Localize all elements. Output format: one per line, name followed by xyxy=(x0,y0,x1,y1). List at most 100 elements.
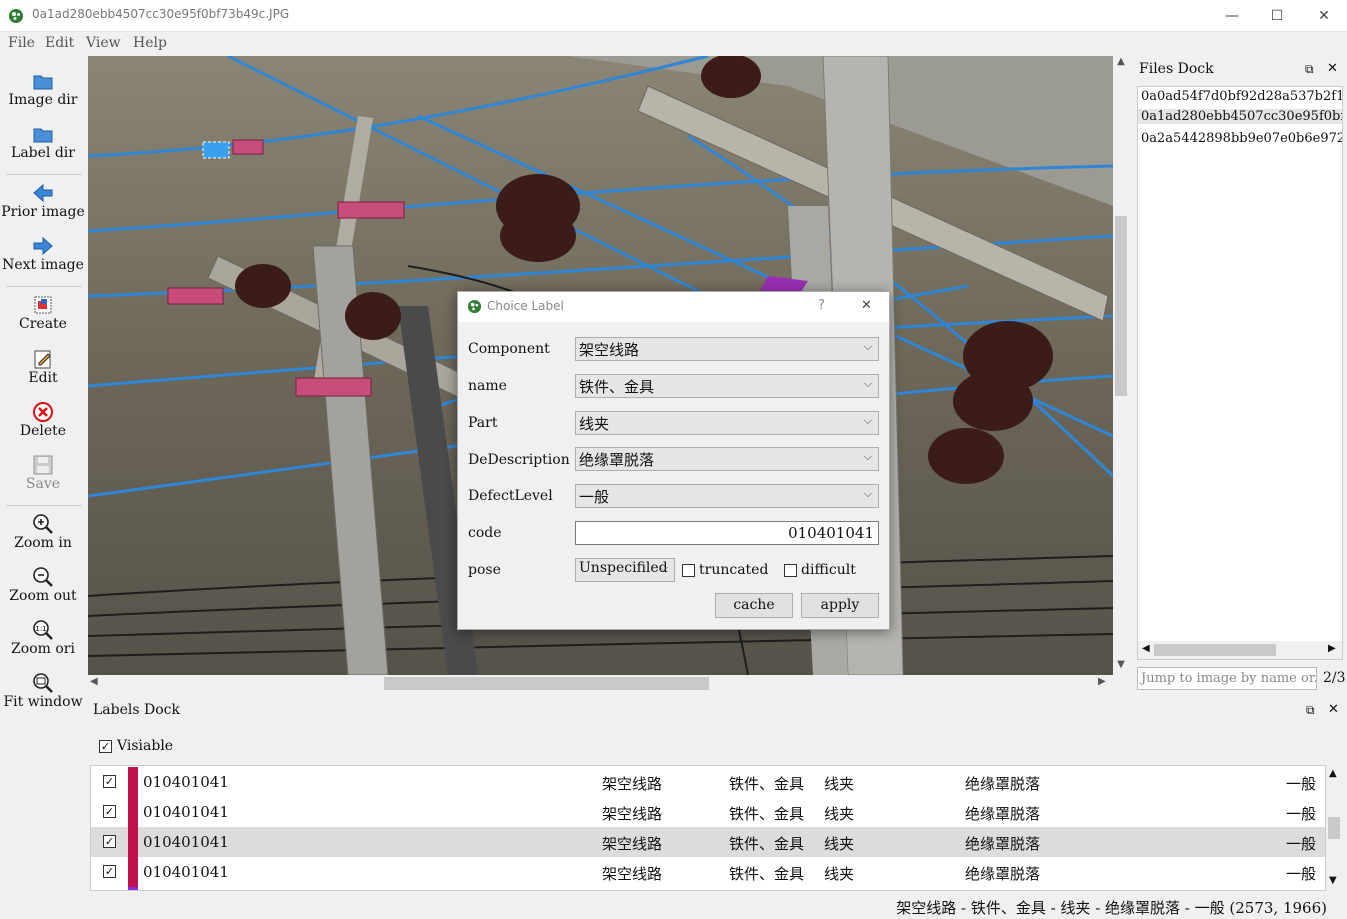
scroll-down-arrow-icon[interactable]: ▼ xyxy=(1329,875,1337,886)
zoom-out-button[interactable]: Zoom out xyxy=(0,566,86,604)
difficult-checkbox[interactable] xyxy=(784,564,797,577)
part-select[interactable]: 线夹 ⌵ xyxy=(575,411,879,435)
label-row[interactable]: ✓ 010401041 架空线路 铁件、金具 线夹 绝缘罩脱落 一般 xyxy=(91,857,1325,887)
label-color-swatch xyxy=(128,887,138,890)
part-value: 线夹 xyxy=(579,415,610,433)
dialog-help-button[interactable]: ? xyxy=(818,298,825,313)
label-description: 绝缘罩脱落 xyxy=(965,835,1041,853)
visiable-checkbox[interactable]: ✓ xyxy=(99,740,112,753)
save-label: Save xyxy=(25,476,61,492)
zoom-ori-button[interactable]: 1:1 Zoom ori xyxy=(0,619,86,657)
scroll-up-arrow-icon[interactable]: ▲ xyxy=(1113,56,1129,72)
label-visible-checkbox[interactable]: ✓ xyxy=(103,775,116,788)
files-dock-title: Files Dock xyxy=(1139,61,1214,77)
file-item[interactable]: 0a0ad54f7d0bf92d28a537b2f1a xyxy=(1141,89,1342,104)
maximize-button[interactable]: ☐ xyxy=(1254,0,1300,32)
menu-view[interactable]: View xyxy=(86,35,121,51)
next-image-button[interactable]: Next image xyxy=(0,235,86,273)
dialog-title-bar: Choice Label ? ✕ xyxy=(458,292,889,322)
scroll-right-arrow-icon[interactable]: ▶ xyxy=(1328,643,1336,654)
chevron-down-icon: ⌵ xyxy=(863,450,872,463)
image-dir-button[interactable]: Image dir xyxy=(0,70,86,108)
dock-float-icon[interactable]: ⧉ xyxy=(1305,62,1314,77)
canvas-vertical-scrollbar[interactable]: ▲ ▼ xyxy=(1113,56,1129,675)
label-name: 铁件、金具 xyxy=(729,775,805,793)
dialog-close-button[interactable]: ✕ xyxy=(861,298,872,313)
menu-file[interactable]: File xyxy=(8,35,35,51)
defectlevel-select[interactable]: 一般 ⌵ xyxy=(575,484,879,508)
defectlevel-label: DefectLevel xyxy=(468,488,553,504)
label-dir-button[interactable]: Label dir xyxy=(0,123,86,161)
image-dir-label: Image dir xyxy=(8,92,78,108)
menu-bar: File Edit View Help xyxy=(0,32,1347,56)
name-label: name xyxy=(468,378,507,394)
dock-float-icon[interactable]: ⧉ xyxy=(1306,703,1315,718)
difficult-label: difficult xyxy=(801,562,856,578)
file-item-selected[interactable]: 0a1ad280ebb4507cc30e95f0bf7 xyxy=(1138,109,1342,124)
label-color-swatch xyxy=(128,857,138,887)
label-level: 一般 xyxy=(1286,775,1317,793)
file-list-hscrollbar[interactable]: ◀ ▶ xyxy=(1138,641,1342,659)
scroll-down-arrow-icon[interactable]: ▼ xyxy=(1113,659,1129,675)
canvas-horizontal-scrollbar[interactable]: ◀ ▶ xyxy=(88,675,1113,692)
fit-window-button[interactable]: Fit window xyxy=(0,672,86,710)
zoom-in-button[interactable]: Zoom in xyxy=(0,513,86,551)
arrow-left-icon xyxy=(33,183,53,203)
truncated-checkbox[interactable] xyxy=(682,564,695,577)
labels-list[interactable]: ✓ 010401041 架空线路 铁件、金具 线夹 绝缘罩脱落 一般 ✓ 010… xyxy=(90,765,1326,891)
menu-help[interactable]: Help xyxy=(133,35,167,51)
dedescription-select[interactable]: 绝缘罩脱落 ⌵ xyxy=(575,447,879,471)
arrow-right-icon xyxy=(33,236,53,256)
edit-button[interactable]: Edit xyxy=(0,348,86,386)
close-window-button[interactable]: ✕ xyxy=(1301,0,1347,32)
name-select[interactable]: 铁件、金具 ⌵ xyxy=(575,374,879,398)
jump-to-image-input[interactable]: Jump to image by name or... xyxy=(1137,667,1317,690)
prior-image-button[interactable]: Prior image xyxy=(0,182,86,220)
zoom-ori-label: Zoom ori xyxy=(11,641,75,657)
zoom-out-icon xyxy=(33,567,53,587)
dock-close-icon[interactable]: ✕ xyxy=(1328,702,1339,717)
label-visible-checkbox[interactable]: ✓ xyxy=(103,835,116,848)
create-button[interactable]: Create xyxy=(0,294,86,332)
label-level: 一般 xyxy=(1286,865,1317,883)
cache-button[interactable]: cache xyxy=(715,593,793,618)
label-row-selected[interactable]: ✓ 010401041 架空线路 铁件、金具 线夹 绝缘罩脱落 一般 xyxy=(91,827,1325,857)
label-color-swatch xyxy=(128,767,138,797)
scroll-up-arrow-icon[interactable]: ▲ xyxy=(1329,768,1337,779)
code-input[interactable]: 010401041 xyxy=(575,521,879,545)
component-select[interactable]: 架空线路 ⌵ xyxy=(575,337,879,361)
prior-image-label: Prior image xyxy=(1,204,85,220)
create-label: Create xyxy=(19,316,67,332)
dock-close-icon[interactable]: ✕ xyxy=(1327,61,1338,76)
zoom-original-icon: 1:1 xyxy=(33,620,53,640)
label-visible-checkbox[interactable]: ✓ xyxy=(103,805,116,818)
chevron-down-icon: ⌵ xyxy=(863,414,872,427)
folder-icon xyxy=(33,128,53,143)
pose-label: pose xyxy=(468,562,501,578)
labels-vertical-scrollbar[interactable]: ▲ ▼ xyxy=(1326,765,1342,891)
label-component: 架空线路 xyxy=(602,835,663,853)
vertical-scroll-thumb[interactable] xyxy=(1115,216,1127,396)
label-code: 010401041 xyxy=(143,863,229,881)
apply-button[interactable]: apply xyxy=(801,593,879,618)
scroll-left-arrow-icon[interactable]: ◀ xyxy=(1142,643,1150,654)
file-list[interactable]: 0a0ad54f7d0bf92d28a537b2f1a 0a1ad280ebb4… xyxy=(1137,86,1343,660)
save-button[interactable]: Save xyxy=(0,454,86,492)
minimize-button[interactable]: — xyxy=(1209,0,1255,32)
delete-button[interactable]: Delete xyxy=(0,401,86,439)
horizontal-scroll-thumb[interactable] xyxy=(384,677,709,690)
toolbar-separator xyxy=(6,505,82,506)
pose-value: Unspecifiled xyxy=(579,560,668,576)
label-visible-checkbox[interactable]: ✓ xyxy=(103,865,116,878)
label-row[interactable]: ✓ 010401041 架空线路 铁件、金具 线夹 绝缘罩脱落 一般 xyxy=(91,767,1325,797)
pose-select[interactable]: Unspecifiled ⌵ xyxy=(575,558,675,582)
chevron-down-icon: ⌵ xyxy=(863,340,872,353)
menu-edit[interactable]: Edit xyxy=(45,35,74,51)
label-row[interactable]: ✓ 010401041 架空线路 铁件、金具 线夹 绝缘罩脱落 一般 xyxy=(91,797,1325,827)
labels-scroll-thumb[interactable] xyxy=(1328,817,1340,839)
file-item[interactable]: 0a2a5442898bb9e07e0b6e9720 xyxy=(1141,131,1342,146)
scroll-right-arrow-icon[interactable]: ▶ xyxy=(1098,676,1106,687)
title-bar: 0a1ad280ebb4507cc30e95f0bf73b49c.JPG — ☐… xyxy=(0,0,1347,32)
file-list-scroll-thumb[interactable] xyxy=(1154,644,1276,656)
scroll-left-arrow-icon[interactable]: ◀ xyxy=(90,676,98,687)
